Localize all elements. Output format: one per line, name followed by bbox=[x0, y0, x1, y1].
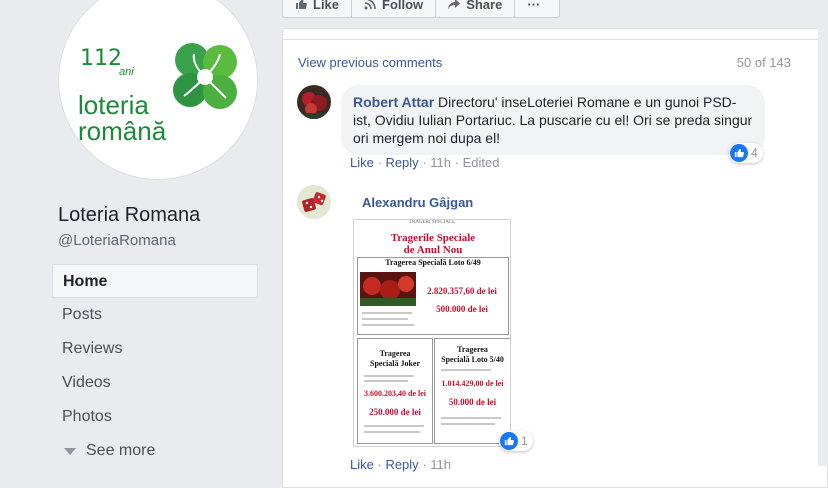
poster-title: Tragerile Speciale de Anul Nou bbox=[360, 232, 506, 256]
nav-see-more[interactable]: See more bbox=[52, 434, 258, 468]
post-comments-card: View previous comments 50 of 143 Robert … bbox=[282, 28, 828, 488]
reaction-number: 4 bbox=[751, 146, 758, 160]
thumbs-up-icon bbox=[296, 0, 307, 9]
view-previous-comments-link[interactable]: View previous comments bbox=[298, 55, 442, 70]
poster-loto540-amount2: 50.000 de lei bbox=[448, 397, 497, 407]
comment-reply-link[interactable]: Reply bbox=[385, 155, 418, 170]
page-sidebar: 112 ani loteria română Loteria Romana @L… bbox=[0, 0, 270, 466]
poster-fine-print bbox=[364, 425, 424, 427]
page-handle[interactable]: @LoteriaRomana bbox=[58, 232, 176, 249]
avatar[interactable] bbox=[297, 185, 331, 219]
page-action-bar: Like Follow Share ··· bbox=[282, 0, 560, 18]
nav-item-posts[interactable]: Posts bbox=[52, 298, 258, 332]
share-arrow-icon bbox=[448, 0, 461, 9]
comment-like-link[interactable]: Like bbox=[350, 457, 374, 472]
avatar-image bbox=[297, 85, 331, 119]
comment-meta: Like · Reply · 11h · Edited bbox=[350, 155, 500, 170]
poster-joker-amount2: 250.000 de lei bbox=[369, 407, 421, 417]
dice-avatar-icon bbox=[297, 185, 331, 219]
chevron-down-icon bbox=[64, 447, 76, 455]
poster-section-loto540: Tragerea Specială Loto 5/40 1.014.429,00… bbox=[434, 338, 510, 444]
share-label: Share bbox=[466, 0, 503, 12]
poster-joker-label2: Specială Joker bbox=[370, 359, 420, 368]
follow-label: Follow bbox=[382, 0, 424, 12]
poster-joker-label1: Tragerea bbox=[379, 349, 411, 358]
divider bbox=[283, 39, 827, 40]
poster-gifts-photo bbox=[360, 272, 416, 306]
poster-fine-print bbox=[364, 431, 420, 433]
nav-item-photos[interactable]: Photos bbox=[52, 400, 258, 434]
share-button[interactable]: Share bbox=[436, 0, 516, 17]
nav-item-home[interactable]: Home bbox=[52, 264, 258, 298]
poster-loto649-label: Tragerea Specială Loto 6/49 bbox=[385, 258, 481, 267]
comment-image-attachment[interactable]: TRAGERI SPECIALE Tragerile Speciale de A… bbox=[353, 219, 511, 447]
like-reaction-icon bbox=[500, 432, 518, 450]
see-more-label: See more bbox=[86, 442, 156, 459]
comment-count: 50 of 143 bbox=[736, 55, 791, 70]
clover-logo-icon bbox=[173, 43, 237, 109]
poster-fine-print bbox=[362, 324, 414, 326]
like-page-label: Like bbox=[313, 0, 340, 12]
nav-item-videos[interactable]: Videos bbox=[52, 366, 258, 400]
comment-timestamp[interactable]: 11h bbox=[430, 155, 451, 170]
poster-loto540-label1: Tragerea bbox=[457, 345, 488, 354]
logo-anniversary-number: 112 bbox=[80, 46, 122, 71]
poster-loto649-amount2: 500.000 de lei bbox=[436, 304, 488, 314]
poster-fine-print bbox=[362, 318, 408, 320]
page-name[interactable]: Loteria Romana bbox=[58, 204, 200, 227]
reaction-number: 1 bbox=[521, 434, 528, 448]
poster-section-joker: Tragerea Specială Joker 3.600.203,40 de … bbox=[357, 338, 433, 444]
reaction-count[interactable]: 1 bbox=[499, 431, 533, 451]
like-page-button[interactable]: Like bbox=[283, 0, 353, 17]
poster-loto649-amount1: 2.820.357,60 de lei bbox=[427, 286, 497, 296]
comment-author[interactable]: Robert Attar bbox=[353, 94, 434, 110]
logo-anniversary-ani: ani bbox=[119, 66, 134, 78]
follow-button[interactable]: Follow bbox=[352, 0, 437, 17]
poster-fine-print bbox=[441, 423, 495, 425]
page-nav: Home Posts Reviews Videos Photos See mor… bbox=[52, 264, 258, 468]
more-options-button[interactable]: ··· bbox=[515, 0, 552, 17]
scrollbar-gutter[interactable] bbox=[818, 0, 828, 466]
comment-edited-label[interactable]: Edited bbox=[463, 155, 500, 170]
more-options-label: ··· bbox=[527, 0, 541, 12]
poster-section-loto649: Tragerea Specială Loto 6/49 2.820.357,60… bbox=[357, 257, 509, 335]
poster-loto540-amount1: 1.014.429,00 de lei bbox=[441, 379, 504, 388]
poster-title-line1: Tragerile Speciale bbox=[390, 232, 476, 244]
poster-joker-amount1: 3.600.203,40 de lei bbox=[364, 389, 426, 398]
like-reaction-icon bbox=[730, 144, 748, 162]
reaction-count[interactable]: 4 bbox=[729, 143, 763, 163]
comment-reply-link[interactable]: Reply bbox=[385, 457, 418, 472]
feed: Like Follow Share ··· View previous comm… bbox=[270, 0, 828, 488]
comment-bubble: Robert Attar Directoru' inseLoteriei Rom… bbox=[341, 85, 765, 155]
comment-meta: Like · Reply · 11h bbox=[350, 457, 451, 472]
poster-fine-print bbox=[441, 417, 501, 419]
comment-like-link[interactable]: Like bbox=[350, 155, 374, 170]
logo-wordmark-line2: română bbox=[78, 116, 167, 146]
poster-fine-print bbox=[364, 375, 414, 377]
rss-icon bbox=[364, 0, 376, 10]
poster-fine-print bbox=[364, 380, 408, 382]
nav-item-reviews[interactable]: Reviews bbox=[52, 332, 258, 366]
poster-loto540-label2: Specială Loto 5/40 bbox=[441, 355, 504, 364]
poster-fine-print bbox=[441, 369, 491, 371]
avatar[interactable] bbox=[297, 85, 331, 119]
poster-title-line2: de Anul Nou bbox=[403, 244, 463, 256]
poster-fine-print bbox=[362, 312, 412, 314]
comment-timestamp[interactable]: 11h bbox=[430, 457, 451, 472]
comment-author[interactable]: Alexandru Gâjgan bbox=[362, 195, 473, 210]
